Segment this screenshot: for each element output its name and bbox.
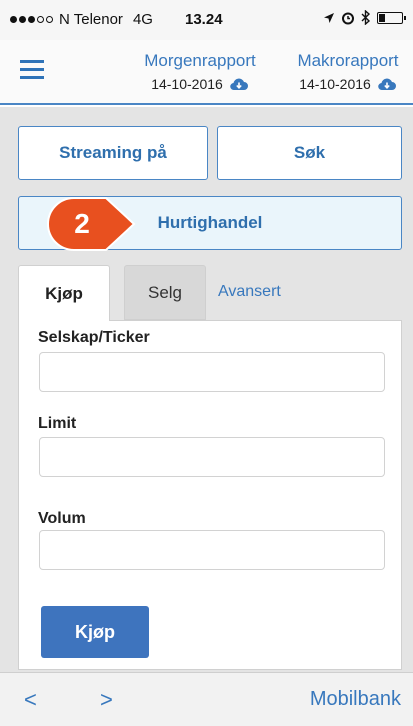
buy-submit-button[interactable]: Kjøp xyxy=(41,606,149,658)
streaming-button[interactable]: Streaming på xyxy=(18,126,208,180)
battery-icon xyxy=(377,11,406,24)
mobilbank-link[interactable]: Mobilbank xyxy=(310,688,401,711)
status-left: N Telenor 4G xyxy=(10,11,153,28)
network-type: 4G xyxy=(132,11,153,28)
battery-fill xyxy=(379,13,385,22)
limit-input[interactable] xyxy=(39,437,385,477)
back-button[interactable]: < xyxy=(24,687,37,713)
morgenrapport-link[interactable]: Morgenrapport 14-10-2016 xyxy=(134,51,266,92)
signal-strength-icon xyxy=(10,16,53,23)
volume-label: Volum xyxy=(38,510,86,527)
report-date: 14-10-2016 xyxy=(299,76,371,92)
step-badge: 2 xyxy=(46,196,138,252)
tab-advanced[interactable]: Avansert xyxy=(218,264,298,319)
company-label: Selskap/Ticker xyxy=(38,329,150,346)
search-button[interactable]: Søk xyxy=(217,126,402,180)
cloud-download-icon[interactable] xyxy=(377,77,397,91)
status-time: 13.24 xyxy=(185,11,223,28)
tab-buy[interactable]: Kjøp xyxy=(18,265,110,321)
volume-input[interactable] xyxy=(39,530,385,570)
report-title: Makrorapport xyxy=(297,51,399,70)
cloud-download-icon[interactable] xyxy=(229,77,249,91)
status-right xyxy=(323,10,406,25)
report-date: 14-10-2016 xyxy=(151,76,223,92)
bluetooth-icon xyxy=(361,10,371,25)
status-bar: N Telenor 4G 13.24 xyxy=(0,0,413,40)
limit-label: Limit xyxy=(38,415,77,432)
report-title: Morgenrapport xyxy=(144,51,256,70)
bottom-toolbar: < > Mobilbank xyxy=(0,672,413,726)
location-icon xyxy=(324,12,334,23)
carrier-name: N Telenor xyxy=(59,11,123,28)
forward-button[interactable]: > xyxy=(100,687,113,713)
alarm-icon xyxy=(342,12,354,24)
tab-sell[interactable]: Selg xyxy=(124,265,206,320)
report-date-row: 14-10-2016 xyxy=(286,76,410,92)
app-header: Morgenrapport 14-10-2016 Makrorapport 14… xyxy=(0,40,413,105)
hamburger-menu-icon[interactable] xyxy=(20,60,44,80)
makrorapport-link[interactable]: Makrorapport 14-10-2016 xyxy=(286,51,410,92)
report-date-row: 14-10-2016 xyxy=(134,76,266,92)
company-ticker-input[interactable] xyxy=(39,352,385,392)
step-badge-number: 2 xyxy=(74,208,90,239)
buy-order-form: Selskap/Ticker Limit Volum Kjøp xyxy=(18,320,402,670)
